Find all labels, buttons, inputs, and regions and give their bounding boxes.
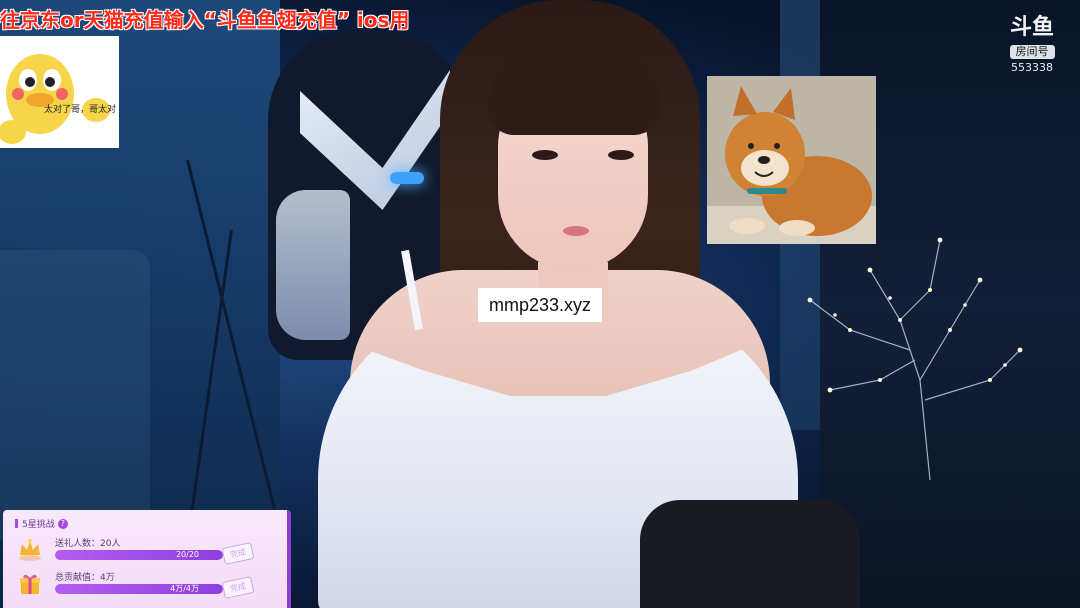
task-label: 送礼人数：20人 xyxy=(55,539,121,549)
task-complete-stamp: 完成 xyxy=(221,542,255,565)
background-door xyxy=(0,250,150,540)
live-stream-stage: 往京东or天猫充值输入“斗鱼鱼翅充值” ios用 太对了哥，哥太对 斗鱼 房间号… xyxy=(0,0,1080,608)
douyu-logo-mark: 斗鱼 xyxy=(1009,15,1054,40)
title-accent-bar xyxy=(15,519,18,528)
streamer-bangs xyxy=(488,40,660,135)
duck-caption: 太对了哥，哥太对 xyxy=(44,105,117,115)
shiba-meme-sticker xyxy=(707,76,876,244)
shiba-dog-icon xyxy=(707,76,876,244)
task-progress-text: 4万/4万 xyxy=(170,584,199,593)
challenge-task-contribution: 总贡献值：4万 4万/4万 完成 xyxy=(17,570,277,600)
challenge-title-text: 5星挑战 xyxy=(22,520,55,530)
challenge-title: 5星挑战 ? xyxy=(15,517,68,530)
room-number-tag: 房间号 xyxy=(1009,45,1055,59)
streamer-lips xyxy=(563,226,589,236)
scrolling-banner-text: 往京东or天猫充值输入“斗鱼鱼翅充值” ios用 xyxy=(0,8,410,32)
challenge-task-gift-senders: 送礼人数：20人 20/20 完成 xyxy=(17,536,277,566)
chair-light xyxy=(390,172,424,184)
gift-box-icon xyxy=(20,574,40,594)
streamer-eye xyxy=(608,150,634,160)
streamer-eye xyxy=(532,150,558,160)
task-progress-text: 20/20 xyxy=(175,550,199,559)
duck-meme-sticker: 太对了哥，哥太对 xyxy=(0,36,119,148)
watermark-text: mmp233.xyz xyxy=(478,288,602,322)
duck-icon xyxy=(0,36,119,148)
platform-logo: 斗鱼 房间号 553338 xyxy=(1000,16,1064,76)
task-label: 总贡献值：4万 xyxy=(55,573,115,583)
star-challenge-panel[interactable]: 5星挑战 ? 送礼人数：20人 20/20 完成 总贡献值：4万 4万/4万 完… xyxy=(3,510,291,608)
help-icon[interactable]: ? xyxy=(57,518,68,529)
chair-side-panel xyxy=(276,190,350,340)
crown-icon xyxy=(19,539,41,561)
room-number: 553338 xyxy=(1011,61,1053,74)
streamer-legs xyxy=(640,500,860,608)
task-complete-stamp: 完成 xyxy=(221,576,255,599)
